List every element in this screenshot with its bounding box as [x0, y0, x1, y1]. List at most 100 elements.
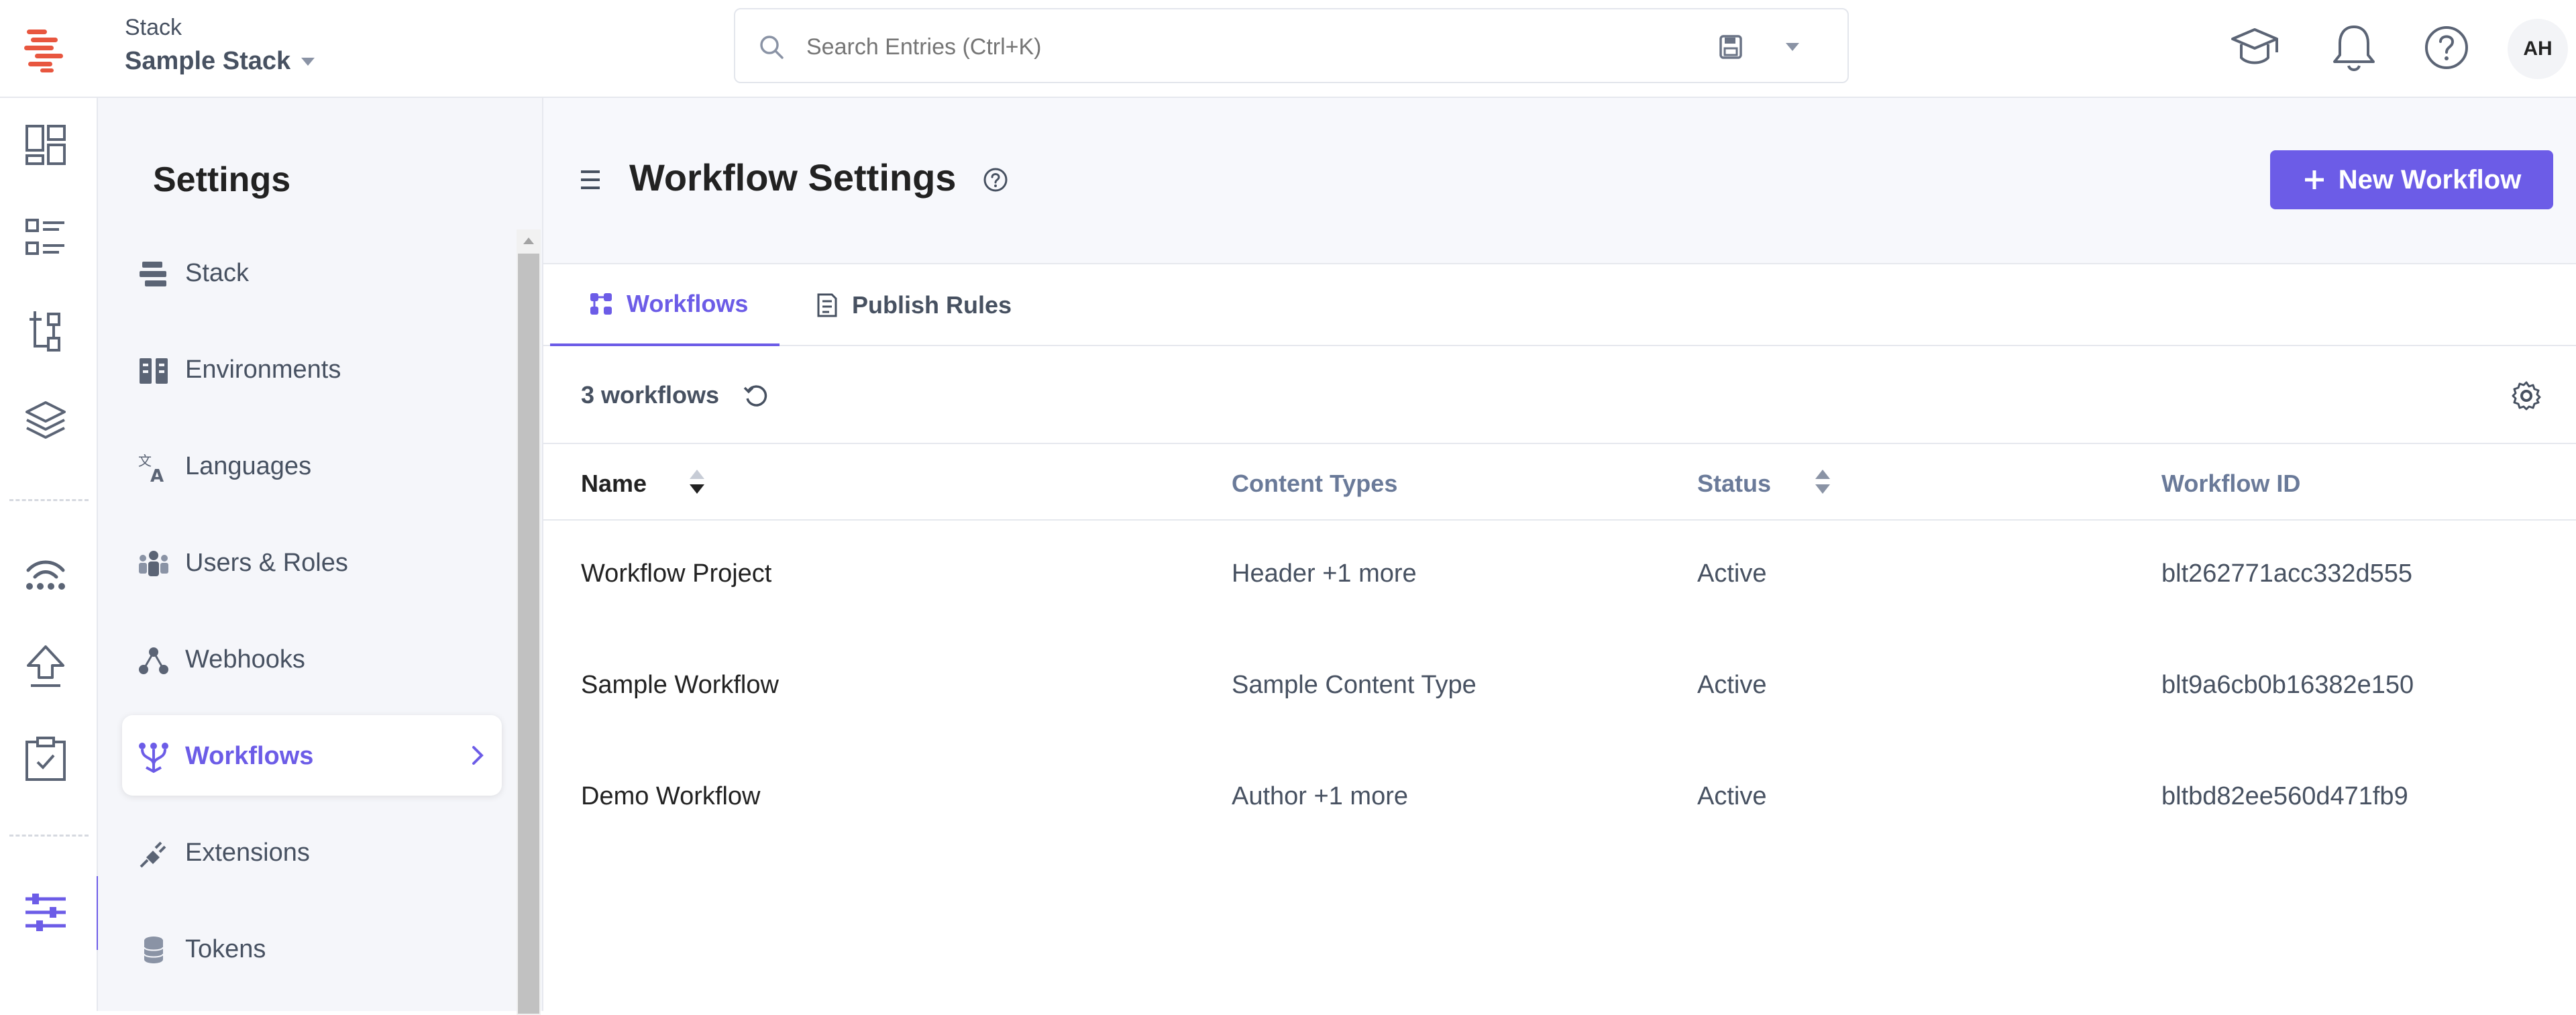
search-bar[interactable]	[734, 8, 1849, 83]
settings-item-label: Users & Roles	[185, 549, 348, 577]
extensions-icon	[140, 841, 166, 868]
hamburger-menu-icon[interactable]	[576, 165, 605, 195]
search-filter-caret-icon[interactable]	[1782, 36, 1803, 58]
content-type-name: Header	[1232, 559, 1316, 588]
table-row[interactable]: Demo Workflow Author +1 more Active bltb…	[543, 743, 2576, 855]
settings-item-users-roles[interactable]: Users & Roles	[122, 522, 502, 602]
list-toolbar: 3 workflows	[543, 348, 2576, 444]
webhooks-icon	[139, 647, 168, 674]
workflow-status: Active	[1697, 782, 1767, 810]
entries-icon[interactable]	[20, 212, 71, 263]
settings-item-workflows[interactable]: Workflows	[122, 715, 502, 796]
workflows-icon	[139, 743, 168, 773]
page-title: Workflow Settings	[629, 156, 957, 199]
search-input[interactable]	[806, 25, 1678, 68]
settings-item-tokens[interactable]: Tokens	[122, 908, 502, 989]
content-type-name: Sample Content Type	[1232, 671, 1477, 699]
left-rail	[0, 98, 99, 1011]
settings-item-label: Extensions	[185, 839, 310, 867]
workflow-name[interactable]: Workflow Project	[581, 559, 771, 588]
contentstack-logo-icon[interactable]	[20, 24, 71, 75]
workflow-status: Active	[1697, 559, 1767, 588]
sort-icon[interactable]	[686, 466, 708, 499]
plus-icon	[2304, 170, 2324, 189]
help-icon[interactable]	[2416, 17, 2477, 78]
tokens-icon	[144, 937, 164, 963]
content-models-icon[interactable]	[20, 305, 71, 356]
academy-icon[interactable]	[2224, 17, 2285, 78]
more-content-types[interactable]: +1 more	[1322, 559, 1416, 588]
search-icon	[760, 36, 784, 59]
publish-rules-icon	[817, 293, 837, 317]
users-roles-icon	[139, 551, 168, 576]
stack-label: Stack	[125, 15, 182, 40]
page-header: Workflow Settings New Workflow	[543, 98, 2576, 264]
bell-icon[interactable]	[2324, 17, 2384, 78]
workflow-id: blt262771acc332d555	[2161, 559, 2413, 588]
main-content: Workflow Settings New Workflow Workflows	[543, 98, 2576, 1011]
workflow-name[interactable]: Sample Workflow	[581, 671, 779, 700]
settings-sidebar: Settings Stack Environments 文 A Language…	[98, 98, 543, 1015]
sidebar-scrollbar-thumb[interactable]	[518, 254, 539, 1014]
settings-item-label: Languages	[185, 452, 312, 480]
chevron-right-icon	[472, 746, 484, 765]
more-content-types[interactable]: +1 more	[1314, 782, 1408, 810]
new-workflow-button[interactable]: New Workflow	[2270, 150, 2553, 209]
user-avatar[interactable]: AH	[2508, 19, 2568, 79]
tasks-icon[interactable]	[20, 734, 71, 785]
caret-down-icon	[301, 57, 315, 66]
settings-item-label: Workflows	[185, 742, 314, 770]
assets-layers-icon[interactable]	[20, 396, 71, 447]
scroll-up-arrow-icon[interactable]	[522, 235, 535, 246]
workflow-count: 3 workflows	[581, 381, 720, 409]
refresh-icon[interactable]	[742, 382, 769, 409]
settings-title: Settings	[153, 160, 291, 199]
settings-item-label: Tokens	[185, 935, 266, 963]
settings-item-label: Webhooks	[185, 645, 305, 674]
gear-icon[interactable]	[2510, 380, 2542, 412]
tab-label: Publish Rules	[852, 291, 1012, 319]
workflow-content-types: Author +1 more	[1232, 782, 1408, 811]
environments-icon	[140, 358, 168, 384]
settings-item-label: Stack	[185, 259, 250, 287]
content-type-name: Author	[1232, 782, 1307, 810]
column-header-status[interactable]: Status	[1697, 470, 1771, 498]
top-bar: Stack Sample Stack Search Entries (Ctrl+…	[0, 0, 2576, 98]
deploy-icon[interactable]	[20, 641, 71, 692]
workflow-status: Active	[1697, 671, 1767, 699]
tab-workflows[interactable]: Workflows	[550, 264, 780, 346]
workflow-name[interactable]: Demo Workflow	[581, 782, 760, 811]
settings-item-label: Environments	[185, 356, 341, 384]
settings-item-extensions[interactable]: Extensions	[122, 812, 502, 892]
dashboard-icon[interactable]	[20, 119, 71, 170]
settings-item-languages[interactable]: 文 A Languages	[122, 425, 502, 506]
column-header-name[interactable]: Name	[581, 470, 647, 498]
stack-name: Sample Stack	[125, 47, 291, 75]
tabs: Workflows Publish Rules	[543, 264, 2576, 346]
workflow-id: bltbd82ee560d471fb9	[2161, 782, 2408, 810]
rail-divider	[9, 835, 89, 837]
workflow-content-types: Sample Content Type	[1232, 671, 1477, 700]
sort-icon[interactable]	[1811, 466, 1834, 499]
stack-switcher[interactable]: Sample Stack	[125, 47, 316, 76]
settings-item-environments[interactable]: Environments	[122, 329, 502, 409]
workflow-id: blt9a6cb0b16382e150	[2161, 671, 2414, 699]
settings-item-webhooks[interactable]: Webhooks	[122, 619, 502, 699]
automation-icon[interactable]	[20, 547, 71, 598]
languages-icon: 文 A	[138, 453, 164, 484]
table-row[interactable]: Workflow Project Header +1 more Active b…	[543, 521, 2576, 632]
tab-label: Workflows	[627, 290, 749, 317]
workflow-content-types: Header +1 more	[1232, 559, 1417, 588]
tab-publish-rules[interactable]: Publish Rules	[805, 264, 1033, 346]
help-circle-icon[interactable]	[981, 165, 1010, 195]
table-row[interactable]: Sample Workflow Sample Content Type Acti…	[543, 632, 2576, 743]
settings-item-stack[interactable]: Stack	[122, 232, 502, 313]
column-header-content-types: Content Types	[1232, 470, 1398, 497]
workflows-icon	[590, 293, 612, 315]
save-search-icon[interactable]	[1716, 32, 1746, 62]
settings-sliders-icon[interactable]	[20, 887, 71, 938]
rail-divider	[9, 499, 89, 501]
column-header-workflow-id: Workflow ID	[2161, 470, 2301, 497]
stack-icon	[140, 262, 166, 286]
svg-text:A: A	[150, 466, 164, 484]
